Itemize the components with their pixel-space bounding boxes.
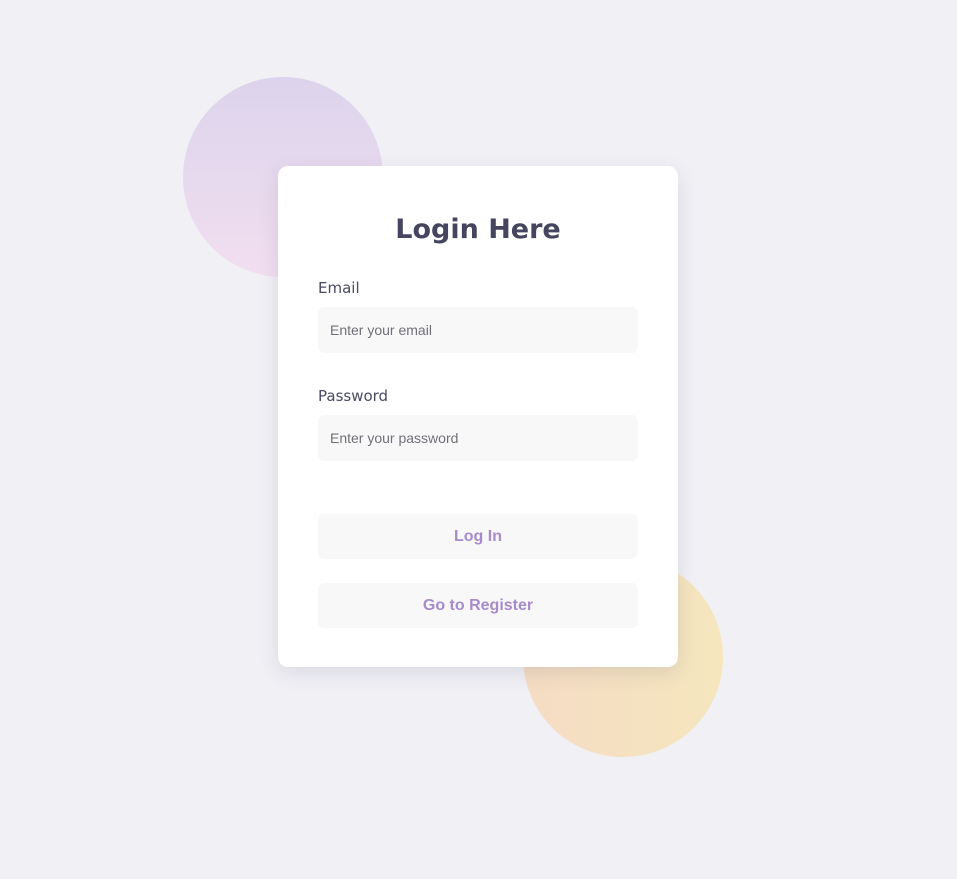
- go-to-register-button[interactable]: Go to Register: [318, 583, 638, 628]
- login-button[interactable]: Log In: [318, 514, 638, 559]
- page-title: Login Here: [395, 214, 561, 245]
- password-label: Password: [318, 387, 389, 405]
- password-field[interactable]: [318, 415, 638, 461]
- login-page: Login Here Email Password Log In Go to R…: [0, 0, 957, 879]
- login-card: Login Here Email Password Log In Go to R…: [278, 166, 678, 667]
- email-label: Email: [318, 279, 360, 297]
- email-field[interactable]: [318, 307, 638, 353]
